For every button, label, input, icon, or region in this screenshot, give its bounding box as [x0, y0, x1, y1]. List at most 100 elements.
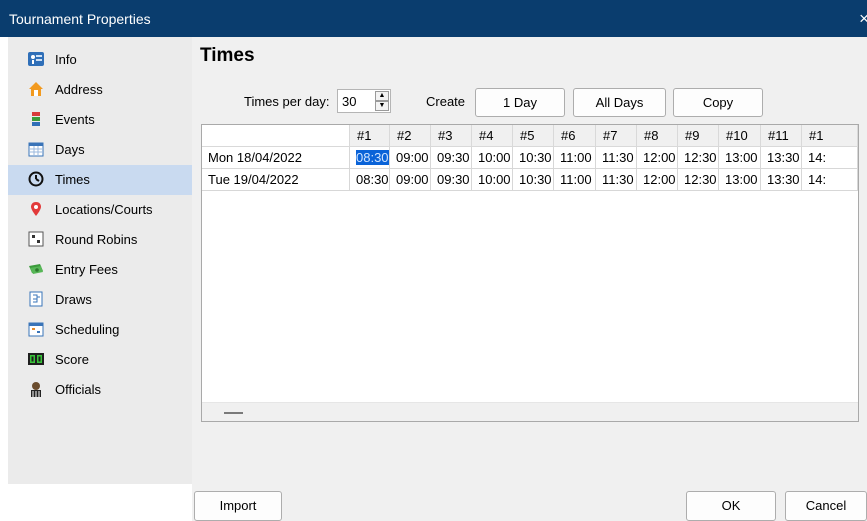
cancel-button[interactable]: Cancel [785, 491, 867, 521]
sidebar: Info Address Events Days Times Locations… [8, 37, 192, 484]
times-per-day-label: Times per day: [244, 94, 330, 109]
time-cell[interactable]: 13:00 [719, 147, 761, 169]
sidebar-item-officials[interactable]: Officials [8, 375, 192, 405]
column-header[interactable]: #1 [350, 125, 390, 147]
round-robin-icon [28, 231, 44, 247]
times-grid[interactable]: #1 #2 #3 #4 #5 #6 #7 #8 #9 #10 #11 #1 Mo… [201, 124, 859, 422]
sidebar-item-label: Draws [55, 292, 92, 307]
selected-cell-text[interactable]: 08:30 [356, 150, 389, 165]
time-cell[interactable]: 09:30 [431, 147, 472, 169]
sidebar-item-label: Locations/Courts [55, 202, 153, 217]
clock-icon [28, 171, 44, 187]
time-cell[interactable]: 12:00 [637, 147, 678, 169]
sidebar-item-label: Scheduling [55, 322, 120, 337]
sidebar-item-label: Times [55, 172, 90, 187]
sidebar-item-draws[interactable]: Draws [8, 285, 192, 315]
time-cell[interactable]: 09:30 [431, 169, 472, 191]
column-header[interactable]: #2 [390, 125, 431, 147]
draw-icon [28, 291, 44, 307]
time-cell[interactable]: 09:00 [390, 147, 431, 169]
sidebar-item-label: Info [55, 52, 77, 67]
copy-button[interactable]: Copy [673, 88, 763, 117]
column-header[interactable]: #3 [431, 125, 472, 147]
sidebar-item-times[interactable]: Times [8, 165, 192, 195]
time-cell[interactable]: 10:00 [472, 147, 513, 169]
sidebar-item-label: Officials [55, 382, 101, 397]
official-icon [28, 381, 44, 397]
sidebar-item-entry-fees[interactable]: Entry Fees [8, 255, 192, 285]
time-cell[interactable]: 14: [802, 147, 858, 169]
time-cell[interactable]: 11:00 [554, 169, 596, 191]
sidebar-item-locations-courts[interactable]: Locations/Courts [8, 195, 192, 225]
column-header[interactable]: #8 [637, 125, 678, 147]
score-icon [28, 351, 44, 367]
time-cell[interactable]: 11:30 [596, 169, 637, 191]
window-title: Tournament Properties [9, 11, 151, 27]
sidebar-item-label: Events [55, 112, 95, 127]
page-title: Times [200, 45, 255, 66]
sidebar-item-label: Days [55, 142, 85, 157]
time-cell[interactable]: 11:30 [596, 147, 637, 169]
sidebar-item-events[interactable]: Events [8, 105, 192, 135]
spin-down-icon[interactable]: ▼ [375, 101, 389, 111]
time-cell[interactable]: 10:30 [513, 147, 554, 169]
grid-empty-area [202, 191, 858, 402]
calendar-icon [28, 141, 44, 157]
time-cell[interactable]: 10:30 [513, 169, 554, 191]
sidebar-item-info[interactable]: Info [8, 45, 192, 75]
column-header[interactable]: #1 [802, 125, 858, 147]
table-row: Tue 19/04/2022 08:30 09:00 09:30 10:00 1… [202, 169, 858, 191]
column-header[interactable]: #11 [761, 125, 802, 147]
schedule-icon [28, 321, 44, 337]
grid-header-row: #1 #2 #3 #4 #5 #6 #7 #8 #9 #10 #11 #1 [202, 125, 858, 147]
ok-button[interactable]: OK [686, 491, 776, 521]
time-cell[interactable]: 13:30 [761, 147, 802, 169]
row-header[interactable]: Tue 19/04/2022 [202, 169, 350, 191]
sidebar-item-label: Address [55, 82, 103, 97]
sidebar-item-scheduling[interactable]: Scheduling [8, 315, 192, 345]
time-cell[interactable]: 13:00 [719, 169, 761, 191]
close-icon[interactable]: × [859, 9, 867, 29]
time-cell[interactable]: 12:30 [678, 147, 719, 169]
time-cell[interactable]: 10:00 [472, 169, 513, 191]
grid-corner-cell [202, 125, 350, 147]
sidebar-item-round-robins[interactable]: Round Robins [8, 225, 192, 255]
sidebar-item-days[interactable]: Days [8, 135, 192, 165]
table-row: Mon 18/04/2022 08:30 09:00 09:30 10:00 1… [202, 147, 858, 169]
scrollbar-thumb[interactable] [224, 412, 243, 414]
column-header[interactable]: #9 [678, 125, 719, 147]
column-header[interactable]: #4 [472, 125, 513, 147]
horizontal-scrollbar[interactable] [202, 402, 858, 421]
column-header[interactable]: #5 [513, 125, 554, 147]
info-icon [28, 51, 44, 67]
column-header[interactable]: #7 [596, 125, 637, 147]
sidebar-item-label: Score [55, 352, 89, 367]
time-cell[interactable]: 11:00 [554, 147, 596, 169]
time-cell[interactable]: 08:30 [350, 147, 390, 169]
time-cell[interactable]: 12:30 [678, 169, 719, 191]
location-pin-icon [28, 201, 44, 217]
create-one-day-button[interactable]: 1 Day [475, 88, 565, 117]
create-all-days-button[interactable]: All Days [573, 88, 666, 117]
sidebar-item-score[interactable]: Score [8, 345, 192, 375]
row-header[interactable]: Mon 18/04/2022 [202, 147, 350, 169]
money-icon [28, 261, 44, 277]
time-cell[interactable]: 08:30 [350, 169, 390, 191]
time-cell[interactable]: 12:00 [637, 169, 678, 191]
sidebar-item-label: Entry Fees [55, 262, 118, 277]
import-button[interactable]: Import [194, 491, 282, 521]
column-header[interactable]: #6 [554, 125, 596, 147]
times-per-day-spinner[interactable]: 30 ▲ ▼ [337, 89, 391, 113]
times-per-day-value[interactable]: 30 [342, 94, 356, 109]
home-icon [28, 81, 44, 97]
column-header[interactable]: #10 [719, 125, 761, 147]
time-cell[interactable]: 14: [802, 169, 858, 191]
create-label: Create [426, 94, 466, 109]
time-cell[interactable]: 13:30 [761, 169, 802, 191]
time-cell[interactable]: 09:00 [390, 169, 431, 191]
sidebar-item-address[interactable]: Address [8, 75, 192, 105]
sidebar-item-label: Round Robins [55, 232, 138, 247]
events-icon [28, 111, 44, 127]
spin-up-icon[interactable]: ▲ [375, 91, 389, 101]
title-bar: Tournament Properties × [0, 0, 867, 37]
